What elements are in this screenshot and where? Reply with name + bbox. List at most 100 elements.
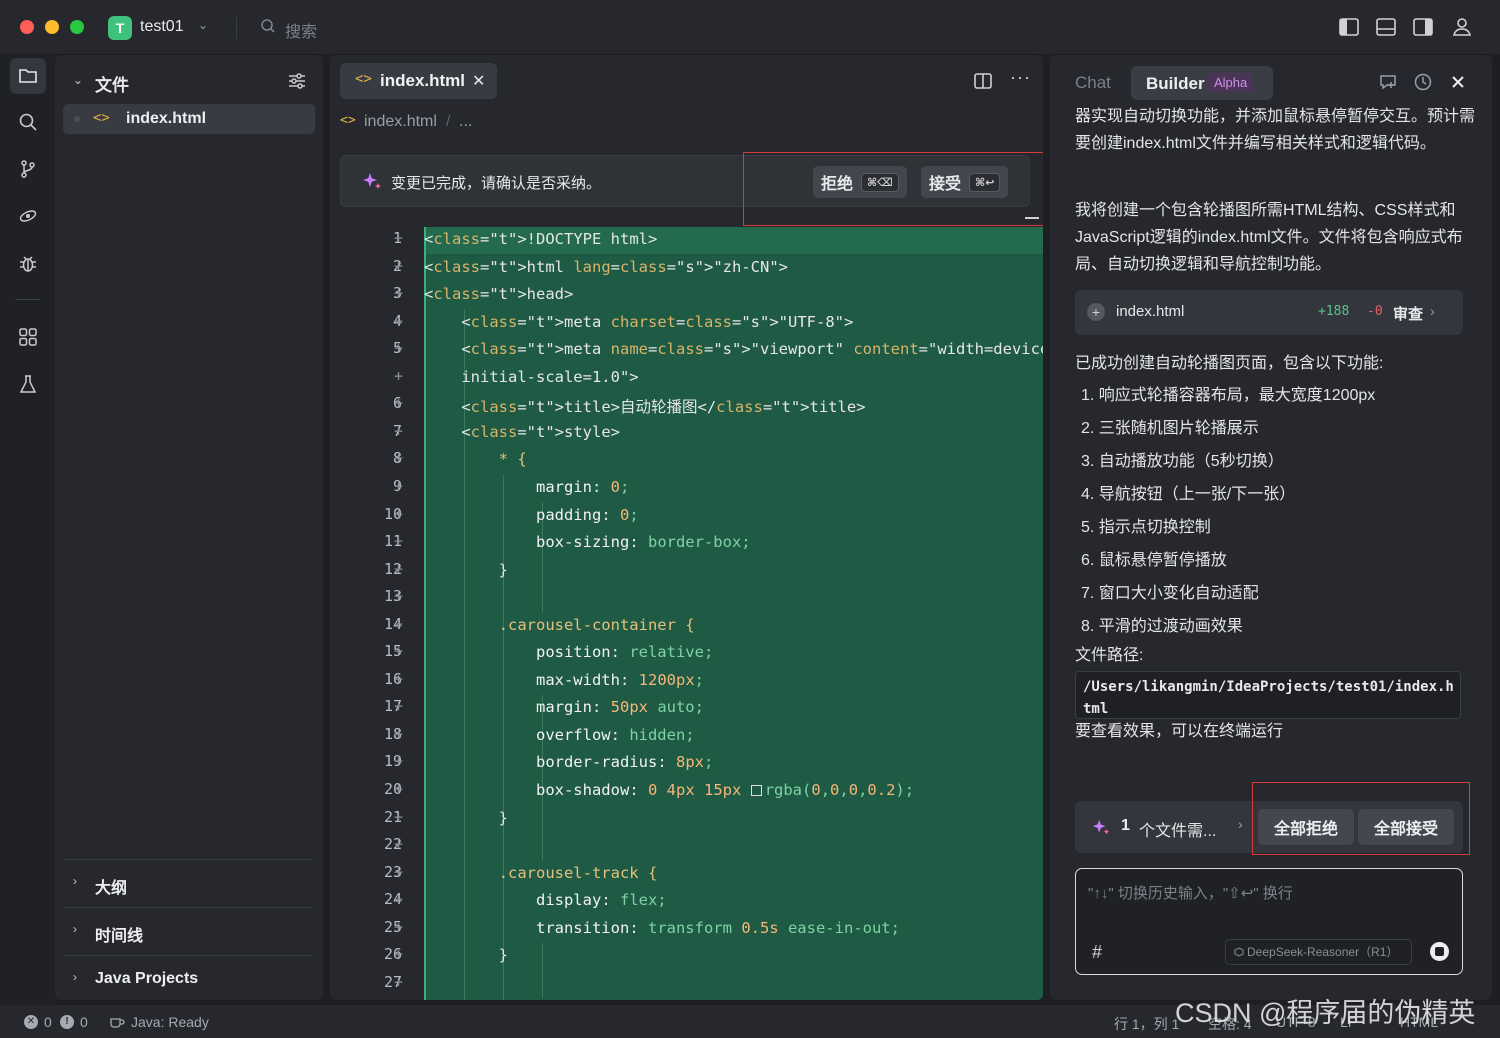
split-editor-icon[interactable] xyxy=(973,71,993,91)
chevron-right-icon[interactable]: › xyxy=(1238,816,1243,832)
chevron-right-icon: › xyxy=(73,922,77,936)
close-icon[interactable] xyxy=(1450,72,1466,92)
code-line[interactable]: box-sizing: border-box; xyxy=(424,533,751,551)
debug-activity-button[interactable] xyxy=(10,246,46,282)
minimize-banner-icon[interactable] xyxy=(1025,217,1039,219)
model-selector[interactable]: DeepSeek-Reasoner（R1） xyxy=(1225,939,1412,965)
code-line[interactable]: <class="t">meta name=class="s">"viewport… xyxy=(424,340,1043,358)
code-editor[interactable]: 1 +2 +3 +4 +5 + +6 +7 +8 +9 +10 +11 +12 +13 +14 +15 +16 +… xyxy=(330,227,1043,1000)
tab-builder[interactable]: Builder Alpha xyxy=(1131,66,1273,100)
code-line[interactable]: border-radius: 8px; xyxy=(424,753,713,771)
code-line[interactable]: <class="t">html lang=class="s">"zh-CN"> xyxy=(424,258,788,276)
code-line[interactable]: <class="t">head> xyxy=(424,285,573,303)
bug-icon xyxy=(20,256,36,272)
code-line[interactable]: } xyxy=(424,809,508,827)
project-badge[interactable]: T xyxy=(108,16,132,40)
code-line[interactable]: max-width: 1200px; xyxy=(424,671,704,689)
maximize-window-button[interactable] xyxy=(70,20,84,34)
highlight-frame xyxy=(1252,782,1470,855)
code-line[interactable]: padding: 0; xyxy=(424,506,639,524)
error-icon[interactable]: ✕ xyxy=(24,1015,38,1029)
stop-button[interactable] xyxy=(1430,942,1449,961)
file-path-value: /Users/likangmin/IdeaProjects/test01/ind… xyxy=(1083,679,1454,717)
pending-text[interactable]: 个文件需... xyxy=(1139,817,1216,841)
tab-chat[interactable]: Chat xyxy=(1075,73,1111,93)
code-line[interactable]: <class="t">meta charset=class="s">"UTF-8… xyxy=(424,313,853,331)
feature-item: 1. 响应式轮播容器布局，最大宽度1200px xyxy=(1081,387,1376,404)
search-activity-button[interactable] xyxy=(10,104,46,140)
chevron-down-icon[interactable]: ⌄ xyxy=(198,18,208,32)
review-button[interactable]: 审查 xyxy=(1393,303,1423,324)
code-line[interactable]: <class="t">title>自动轮播图</class="t">title> xyxy=(424,395,865,417)
code-line[interactable]: display: flex; xyxy=(424,891,667,909)
code-line[interactable]: position: relative; xyxy=(424,643,713,661)
toggle-bottom-panel-icon[interactable] xyxy=(1375,16,1397,38)
toggle-right-sidebar-icon[interactable] xyxy=(1412,16,1434,38)
code-line[interactable]: .carousel-track { xyxy=(424,864,658,882)
diff-added-marker: + xyxy=(394,614,404,633)
code-line[interactable]: initial-scale=1.0"> xyxy=(424,368,638,386)
history-icon[interactable] xyxy=(1413,72,1433,92)
minimize-window-button[interactable] xyxy=(45,20,59,34)
project-name[interactable]: test01 xyxy=(140,18,184,36)
remote-activity-button[interactable] xyxy=(10,198,46,234)
search-input[interactable]: 搜索 xyxy=(285,18,317,42)
code-line[interactable]: } xyxy=(424,946,508,964)
coffee-icon xyxy=(110,1018,125,1028)
code-line[interactable]: transition: transform 0.5s ease-in-out; xyxy=(424,919,900,937)
java-status[interactable]: Java: Ready xyxy=(131,1014,209,1030)
section-timeline[interactable]: › 时间线 xyxy=(65,907,313,955)
section-outline[interactable]: › 大纲 xyxy=(65,859,313,907)
ai-assistant-panel: Chat Builder Alpha 器实现自动切换功能，并添加鼠标悬停暂停交互… xyxy=(1050,55,1492,1000)
new-chat-icon[interactable] xyxy=(1378,72,1398,92)
chevron-right-icon: › xyxy=(73,970,77,984)
chevron-right-icon: › xyxy=(73,874,77,888)
warning-icon[interactable]: ! xyxy=(60,1015,74,1029)
cursor-position[interactable]: 行 1，列 1 xyxy=(1114,1014,1179,1034)
account-icon[interactable] xyxy=(1451,16,1473,38)
toggle-left-sidebar-icon[interactable] xyxy=(1338,16,1360,38)
tab-label: index.html xyxy=(380,71,466,90)
code-line[interactable]: margin: 0; xyxy=(424,478,629,496)
code-line[interactable]: } xyxy=(424,561,508,579)
section-java-projects[interactable]: › Java Projects xyxy=(65,955,313,1003)
model-name: DeepSeek-Reasoner（R1） xyxy=(1247,945,1399,959)
error-count[interactable]: 0 xyxy=(44,1014,52,1030)
breadcrumb-more[interactable]: ... xyxy=(459,113,472,131)
code-line[interactable]: margin: 50px auto; xyxy=(424,698,704,716)
diff-added-marker: + xyxy=(394,752,404,771)
sliders-icon[interactable] xyxy=(287,71,307,91)
code-line[interactable]: .carousel-container { xyxy=(424,616,695,634)
breadcrumb-file[interactable]: index.html xyxy=(364,113,437,131)
flask-icon xyxy=(19,375,37,393)
chat-input[interactable]: "↑↓" 切换历史输入，"⇧↩" 换行 # DeepSeek-Reasoner（… xyxy=(1075,868,1463,975)
search-icon[interactable] xyxy=(260,18,276,34)
code-line[interactable]: box-shadow: 0 4px 15px rgba(0,0,0,0.2); xyxy=(424,781,914,799)
close-icon[interactable]: ✕ xyxy=(472,71,485,91)
watermark: CSDN @程序届的伪精英 xyxy=(1175,998,1476,1028)
divider xyxy=(15,299,40,300)
tab-index-html[interactable]: <> index.html ✕ xyxy=(340,63,497,99)
warning-count[interactable]: 0 xyxy=(80,1014,88,1030)
diff-added-marker: + xyxy=(394,669,404,688)
code-line[interactable]: <class="t">!DOCTYPE html> xyxy=(424,230,657,248)
changed-file-card[interactable]: + index.html +188 -0 审查 › xyxy=(1075,290,1463,335)
testing-activity-button[interactable] xyxy=(10,366,46,402)
close-window-button[interactable] xyxy=(20,20,34,34)
diff-added-marker: + xyxy=(394,559,404,578)
more-actions-icon[interactable]: ··· xyxy=(1010,67,1031,88)
assistant-intro: 器实现自动切换功能，并添加鼠标悬停暂停交互。预计需要创建index.html文件… xyxy=(1075,108,1476,152)
extensions-activity-button[interactable] xyxy=(10,319,46,355)
remote-icon xyxy=(19,210,37,222)
code-line[interactable]: overflow: hidden; xyxy=(424,726,695,744)
source-control-activity-button[interactable] xyxy=(10,151,46,187)
code-line[interactable]: * { xyxy=(424,450,527,468)
code-line[interactable]: <class="t">style> xyxy=(424,423,620,441)
chevron-down-icon[interactable]: ⌄ xyxy=(73,73,83,87)
explorer-title[interactable]: 文件 xyxy=(95,71,129,96)
feature-item: 5. 指示点切换控制 xyxy=(1081,519,1211,536)
lines-added: +188 xyxy=(1318,304,1350,319)
explorer-activity-button[interactable] xyxy=(10,58,46,94)
context-hash-button[interactable]: # xyxy=(1092,942,1102,963)
file-tree-item-index-html[interactable]: <> index.html xyxy=(63,104,315,134)
